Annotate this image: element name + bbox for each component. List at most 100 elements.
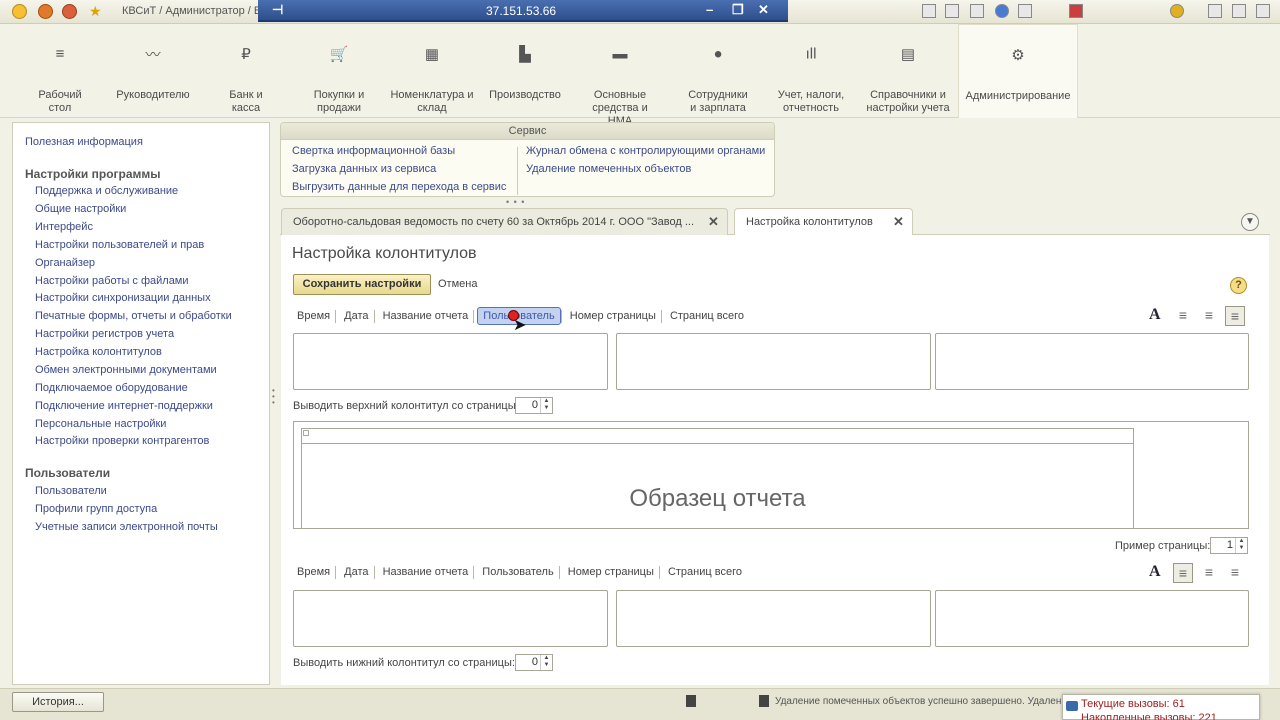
nav-link-files[interactable]: Настройки работы с файлами <box>35 275 189 287</box>
history-icon[interactable] <box>62 4 77 19</box>
nav-link-email-accounts[interactable]: Учетные записи электронной почты <box>35 521 218 533</box>
window-restore-icon[interactable] <box>1232 4 1246 18</box>
stepper-arrows-icon[interactable]: ▲ ▼ <box>540 398 552 413</box>
header-left-input[interactable] <box>293 333 608 390</box>
nav-link-counterparty-check[interactable]: Настройки проверки контрагентов <box>35 435 209 447</box>
section-bank[interactable]: ₽ Банк и касса <box>200 24 292 118</box>
nav-link-internet-support[interactable]: Подключение интернет-поддержки <box>35 400 213 412</box>
nav-link-support[interactable]: Поддержка и обслуживание <box>35 185 178 197</box>
nav-link-edi[interactable]: Обмен электронными документами <box>35 364 217 376</box>
nav-link-interface[interactable]: Интерфейс <box>35 221 93 233</box>
nav-link-general-settings[interactable]: Общие настройки <box>35 203 126 215</box>
field-time-button[interactable]: Время <box>292 308 335 324</box>
footer-from-page-label: Выводить нижний колонтитул со страницы: <box>293 657 515 669</box>
section-salary[interactable]: ● Сотрудники и зарплата <box>672 24 764 118</box>
footer-left-input[interactable] <box>293 590 608 647</box>
section-administration[interactable]: ⚙ Администрирование <box>958 24 1078 118</box>
sample-text: Образец отчета <box>629 485 806 512</box>
section-manager[interactable]: 〰 Руководителю <box>107 24 199 118</box>
footer-from-page-stepper[interactable]: 0 ▲ ▼ <box>515 654 553 671</box>
font-icon[interactable]: A <box>1149 563 1161 581</box>
info-icon[interactable] <box>1170 4 1184 18</box>
tab-close-icon[interactable]: ✕ <box>708 214 719 230</box>
window-minimize-icon[interactable] <box>1208 4 1222 18</box>
restore-icon[interactable]: ❐ <box>732 2 744 18</box>
nav-link-personal[interactable]: Персональные настройки <box>35 418 166 430</box>
field-page-number-button[interactable]: Номер страницы <box>563 564 659 580</box>
minimize-icon[interactable]: – <box>706 2 713 17</box>
tab-headers-footers[interactable]: Настройка колонтитулов ✕ <box>734 208 913 236</box>
cancel-button[interactable]: Отмена <box>438 278 477 290</box>
field-page-number-button[interactable]: Номер страницы <box>565 308 661 324</box>
print-icon[interactable] <box>945 4 959 18</box>
history-button[interactable]: История... <box>12 692 104 712</box>
section-purchases-sales[interactable]: 🛒 Покупки и продажи <box>293 24 385 118</box>
stepper-arrows-icon[interactable]: ▲ ▼ <box>1235 538 1247 553</box>
collapse-handle[interactable]: • • • <box>506 197 525 207</box>
menu-icon[interactable] <box>38 4 53 19</box>
help-icon[interactable]: ? <box>1230 277 1247 294</box>
section-taxes[interactable]: ıll Учет, налоги, отчетность <box>765 24 857 118</box>
section-production[interactable]: ▙ Производство <box>479 24 571 118</box>
nav-link-user-rights[interactable]: Настройки пользователей и прав <box>35 239 204 251</box>
page-example-stepper[interactable]: 1 ▲ ▼ <box>1210 537 1248 554</box>
field-user-button[interactable]: Пользователь <box>477 564 558 580</box>
window-close-icon[interactable] <box>1256 4 1270 18</box>
field-total-pages-button[interactable]: Страниц всего <box>665 308 749 324</box>
calendar-icon[interactable] <box>1069 4 1083 18</box>
footer-right-input[interactable] <box>935 590 1249 647</box>
field-report-name-button[interactable]: Название отчета <box>378 564 474 580</box>
footer-center-input[interactable] <box>616 590 931 647</box>
align-middle-icon[interactable]: ≡ <box>1199 306 1219 326</box>
nav-link-equipment[interactable]: Подключаемое оборудование <box>35 382 188 394</box>
stepper-arrows-icon[interactable]: ▲ ▼ <box>540 655 552 670</box>
close-icon[interactable]: ✕ <box>758 2 769 18</box>
pin-icon[interactable]: ⊣ <box>272 2 283 18</box>
service-link-compress[interactable]: Свертка информационной базы <box>292 145 455 157</box>
field-date-button[interactable]: Дата <box>339 308 373 324</box>
useful-info-link[interactable]: Полезная информация <box>25 136 143 148</box>
mplus-icon[interactable] <box>1018 4 1032 18</box>
header-from-page-stepper[interactable]: 0 ▲ ▼ <box>515 397 553 414</box>
align-top-icon[interactable]: ≡ <box>1173 306 1193 326</box>
stepper-value: 0 <box>531 399 538 411</box>
header-center-input[interactable] <box>616 333 931 390</box>
align-middle-icon[interactable]: ≡ <box>1199 563 1219 583</box>
tab-close-icon[interactable]: ✕ <box>893 214 904 230</box>
section-desktop[interactable]: ≡ Рабочий стол <box>14 24 106 118</box>
header-from-page-label: Выводить верхний колонтитул со страницы: <box>293 400 519 412</box>
align-bottom-icon[interactable]: ≡ <box>1225 563 1245 583</box>
service-link-exchange-log[interactable]: Журнал обмена с контролирующими органами <box>526 145 765 157</box>
align-bottom-icon[interactable]: ≡ <box>1225 306 1245 326</box>
nav-link-organizer[interactable]: Органайзер <box>35 257 95 269</box>
field-total-pages-button[interactable]: Страниц всего <box>663 564 747 580</box>
nav-link-users[interactable]: Пользователи <box>35 485 107 497</box>
save-icon[interactable] <box>970 4 984 18</box>
copy-icon[interactable] <box>922 4 936 18</box>
nav-link-print-forms[interactable]: Печатные формы, отчеты и обработки <box>35 310 232 322</box>
section-warehouse[interactable]: ▦ Номенклатура и склад <box>386 24 478 118</box>
header-right-input[interactable] <box>935 333 1249 390</box>
nav-link-registers[interactable]: Настройки регистров учета <box>35 328 174 340</box>
tabs-dropdown-icon[interactable]: ▼ <box>1241 213 1259 231</box>
field-date-button[interactable]: Дата <box>339 564 373 580</box>
panel-splitter[interactable]: • • • <box>272 387 277 412</box>
nav-link-sync[interactable]: Настройки синхронизации данных <box>35 292 211 304</box>
nav-link-access-profiles[interactable]: Профили групп доступа <box>35 503 157 515</box>
service-link-export[interactable]: Выгрузить данные для перехода в сервис <box>292 181 506 193</box>
bar-chart-icon: ıll <box>805 45 817 63</box>
field-time-button[interactable]: Время <box>292 564 335 580</box>
field-report-name-button[interactable]: Название отчета <box>378 308 474 324</box>
refresh-icon[interactable] <box>995 4 1009 18</box>
nav-link-headers-footers[interactable]: Настройка колонтитулов <box>35 346 162 358</box>
hamburger-icon: ≡ <box>55 45 65 63</box>
section-references[interactable]: ▤ Справочники и настройки учета <box>858 24 958 118</box>
service-link-delete-marked[interactable]: Удаление помеченных объектов <box>526 163 691 175</box>
font-icon[interactable]: A <box>1149 306 1161 324</box>
service-link-load[interactable]: Загрузка данных из сервиса <box>292 163 436 175</box>
save-settings-button[interactable]: Сохранить настройки <box>293 274 431 295</box>
favorites-star-icon[interactable]: ★ <box>89 4 104 19</box>
tab-osv-report[interactable]: Оборотно-сальдовая ведомость по счету 60… <box>281 208 728 235</box>
align-top-icon[interactable]: ≡ <box>1173 563 1193 583</box>
section-fixed-assets[interactable]: ▬ Основные средства и НМА <box>574 24 666 128</box>
